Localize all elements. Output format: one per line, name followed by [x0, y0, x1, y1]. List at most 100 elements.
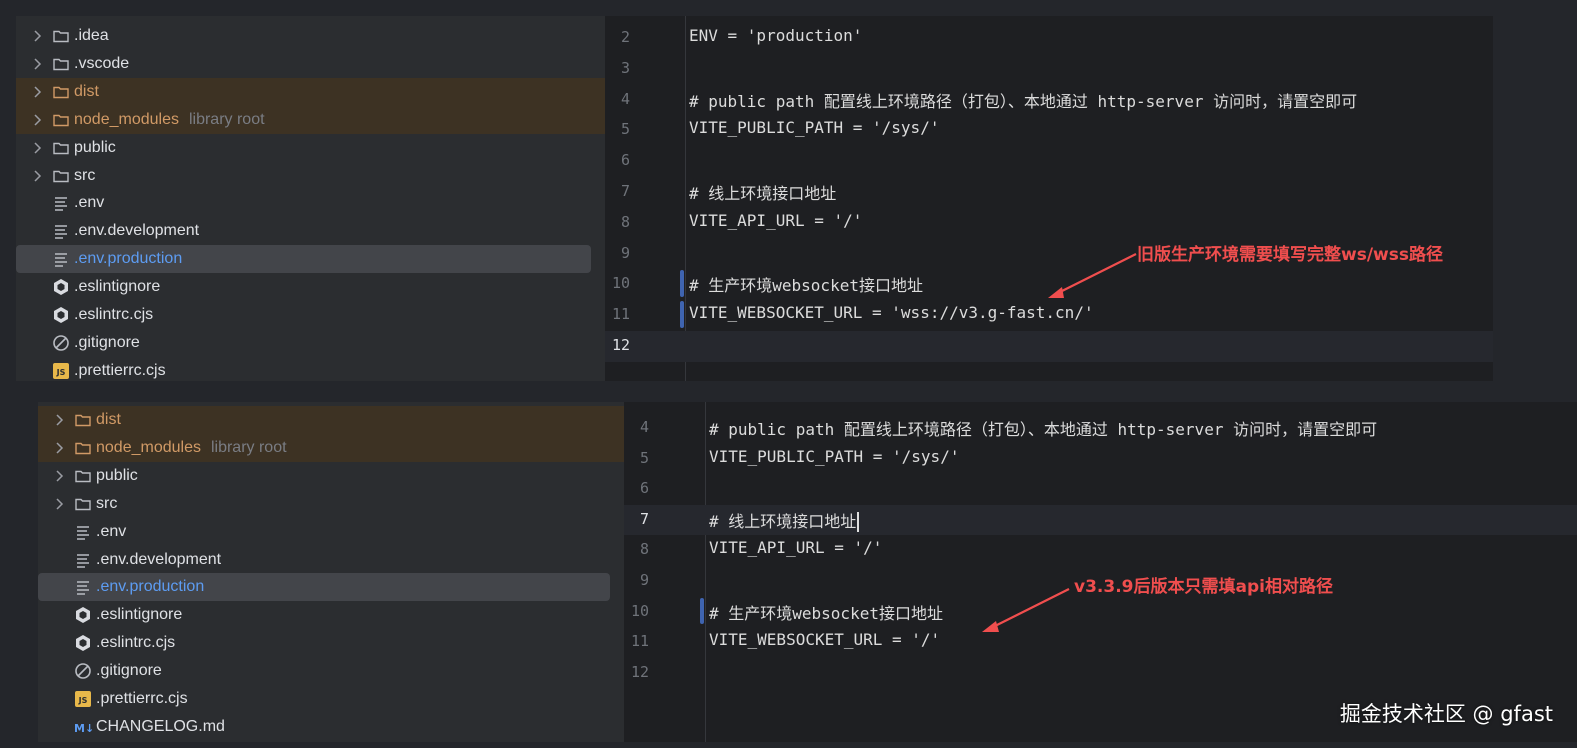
tree-item[interactable]: .env	[16, 189, 605, 217]
code-line-text: # 线上环境接口地址	[689, 184, 837, 203]
tree-item[interactable]: M↓ CHANGELOG.md	[38, 713, 624, 741]
chevron-right-icon[interactable]	[30, 85, 44, 99]
chevron-right-icon[interactable]	[52, 469, 66, 483]
chevron-right-icon[interactable]	[30, 141, 44, 155]
line-number: 3	[620, 58, 630, 77]
eslint-icon	[74, 634, 92, 652]
tree-item-label: .env.production	[96, 578, 205, 596]
code-line[interactable]: # 生产环境websocket接口地址	[689, 272, 923, 296]
folder-icon	[74, 495, 92, 513]
chevron-right-icon[interactable]	[30, 57, 44, 71]
line-number: 10	[630, 601, 649, 620]
code-line[interactable]: VITE_WEBSOCKET_URL = 'wss://v3.g-fast.cn…	[689, 303, 1094, 322]
code-line[interactable]: # 线上环境接口地址	[709, 508, 860, 533]
tree-item[interactable]: JS .prettierrc.cjs	[16, 357, 605, 381]
tree-item[interactable]: .idea	[16, 22, 605, 50]
code-line[interactable]: # public path 配置线上环境路径（打包）、本地通过 http-ser…	[709, 416, 1377, 440]
tree-item[interactable]: .eslintignore	[16, 273, 605, 301]
annotation-new-version: v3.3.9后版本只需填api相对路径	[1074, 577, 1333, 597]
tree-item[interactable]: .env	[38, 518, 624, 546]
code-line[interactable]: VITE_PUBLIC_PATH = '/sys/'	[709, 447, 959, 466]
tree-item-label: src	[96, 494, 118, 512]
project-tree-top: .idea .vscode dist node_modules library root…	[16, 16, 605, 381]
tree-item[interactable]: node_modules library root	[38, 433, 624, 462]
tree-item[interactable]: public	[38, 462, 624, 490]
tree-item[interactable]: .gitignore	[16, 329, 605, 357]
code-line-text: VITE_API_URL = '/'	[709, 538, 883, 558]
tree-item[interactable]: .eslintignore	[38, 601, 624, 629]
chevron-right-icon[interactable]	[52, 441, 66, 455]
code-line[interactable]: ENV = 'production'	[689, 26, 862, 45]
tree-item[interactable]: src	[16, 162, 605, 190]
tree-item[interactable]: .env.production	[38, 573, 610, 602]
tree-item-label: .eslintrc.cjs	[74, 306, 154, 323]
tree-item[interactable]: .vscode	[16, 50, 605, 78]
tree-item-label: .idea	[74, 27, 109, 44]
text-file-icon	[74, 578, 92, 596]
code-line[interactable]: # 生产环境websocket接口地址	[709, 600, 943, 624]
folder-icon	[52, 55, 70, 73]
chevron-right-icon[interactable]	[52, 413, 66, 427]
line-number: 6	[639, 479, 649, 498]
change-marker[interactable]	[700, 597, 704, 625]
tree-item[interactable]: dist	[38, 406, 624, 434]
code-line-text: VITE_PUBLIC_PATH = '/sys/'	[689, 118, 940, 138]
tree-item-label: .env.development	[74, 222, 200, 240]
tree-item-label: .env	[74, 194, 105, 212]
tree-item-label: .vscode	[74, 54, 130, 72]
chevron-right-icon[interactable]	[52, 497, 66, 511]
tree-item-hint: library root	[188, 110, 265, 128]
chevron-right-icon[interactable]	[30, 29, 44, 43]
code-line[interactable]: # 线上环境接口地址	[689, 180, 836, 204]
tree-item[interactable]: .env.development	[16, 217, 605, 245]
js-file-icon: JS	[52, 362, 70, 380]
tree-item[interactable]: node_modules library root	[16, 105, 605, 134]
annotation-old-version: 旧版生产环境需要填写完整ws/wss路径	[1137, 245, 1443, 265]
tree-item-label: dist	[74, 82, 99, 100]
text-file-icon	[52, 194, 70, 212]
tree-item[interactable]: .env.production	[16, 245, 591, 274]
current-line-highlight	[605, 331, 1493, 362]
code-line[interactable]: # public path 配置线上环境路径（打包）、本地通过 http-ser…	[689, 88, 1357, 112]
eslint-icon	[52, 278, 70, 296]
code-line[interactable]: VITE_PUBLIC_PATH = '/sys/'	[689, 118, 939, 137]
line-number: 11	[630, 632, 649, 651]
annotation-arrow-bottom	[982, 588, 1070, 632]
tree-item[interactable]: JS .prettierrc.cjs	[38, 685, 624, 713]
tree-item[interactable]: .eslintrc.cjs	[38, 629, 624, 657]
code-line[interactable]: VITE_WEBSOCKET_URL = '/'	[709, 630, 940, 649]
chevron-right-icon[interactable]	[30, 113, 44, 127]
line-number: 5	[639, 448, 649, 467]
tree-item[interactable]: src	[38, 490, 624, 518]
tree-item-label: .prettierrc.cjs	[96, 690, 188, 707]
line-number: 9	[639, 571, 649, 589]
folder-icon	[74, 467, 92, 485]
code-line-text: ENV = 'production'	[689, 26, 863, 45]
tree-item-label: node_modules library root	[96, 438, 287, 456]
tree-item[interactable]: dist	[16, 77, 605, 106]
tree-item-label: .gitignore	[96, 662, 162, 680]
js-file-icon: JS	[74, 690, 92, 708]
folder-icon	[52, 111, 70, 129]
code-line[interactable]: VITE_API_URL = '/'	[709, 538, 882, 557]
line-number: 12	[611, 336, 630, 354]
folder-icon	[52, 167, 70, 185]
line-number: 4	[620, 89, 630, 108]
text-file-icon	[74, 551, 92, 569]
line-number: 9	[620, 243, 630, 262]
tree-item-label: node_modules library root	[74, 110, 265, 128]
chevron-right-icon[interactable]	[30, 169, 44, 183]
tree-item-label: .gitignore	[74, 333, 140, 351]
code-editor-top[interactable]: 2 ENV = 'production' 3 4 # public path 配置线上环…	[605, 16, 1493, 381]
tree-item-label: public	[74, 138, 116, 156]
tree-item[interactable]: .gitignore	[38, 657, 624, 685]
change-marker[interactable]	[680, 301, 684, 328]
svg-text:JS: JS	[56, 368, 66, 377]
tree-item[interactable]: public	[16, 134, 605, 162]
line-number: 12	[630, 662, 649, 681]
tree-item[interactable]: .eslintrc.cjs	[16, 301, 605, 329]
tree-item[interactable]: .env.development	[38, 546, 624, 574]
code-line[interactable]: VITE_API_URL = '/'	[689, 211, 862, 230]
line-number: 4	[639, 418, 649, 436]
change-marker[interactable]	[680, 270, 684, 298]
